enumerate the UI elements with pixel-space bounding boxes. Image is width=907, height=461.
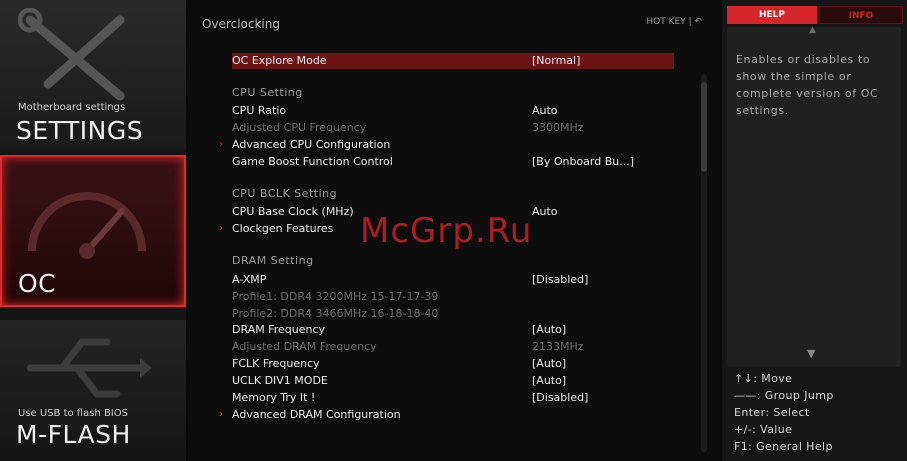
- setting-value[interactable]: Auto: [532, 204, 558, 220]
- setting-value: 2133MHz: [532, 340, 584, 353]
- setting-label: Adjusted DRAM Frequency: [232, 340, 377, 353]
- setting-row[interactable]: A-XMP [Disabled]: [232, 272, 674, 288]
- setting-value[interactable]: [Disabled]: [532, 390, 588, 406]
- setting-value[interactable]: [Auto]: [532, 356, 566, 372]
- setting-value[interactable]: [Normal]: [532, 53, 580, 69]
- setting-label: Adjusted CPU Frequency: [232, 121, 367, 134]
- watermark: McGrp.Ru: [360, 211, 533, 251]
- setting-label: Clockgen Features: [232, 222, 334, 235]
- setting-label: OC Explore Mode: [232, 54, 327, 67]
- settings-sublabel: Motherboard settings: [18, 102, 126, 113]
- submenu-arrow-icon: ›: [219, 223, 223, 234]
- setting-row[interactable]: Game Boost Function Control [By Onboard B…: [232, 154, 674, 170]
- usb-icon: [26, 338, 152, 398]
- page-title: Overclocking: [202, 17, 280, 31]
- setting-label: UCLK DIV1 MODE: [232, 374, 328, 387]
- setting-row[interactable]: OC Explore Mode [Normal]: [232, 53, 674, 69]
- setting-label: Profile2: DDR4 3466MHz 16-18-18-40: [232, 307, 439, 320]
- help-tabs: HELP INFO: [727, 6, 903, 24]
- mflash-panel[interactable]: Use USB to flash BIOS M-FLASH: [0, 320, 186, 461]
- hotkey-button[interactable]: HOT KEY | ↶: [646, 17, 702, 27]
- setting-label: DRAM Setting: [232, 254, 314, 267]
- key-move: ↑↓: Move: [734, 372, 793, 385]
- setting-value[interactable]: [Auto]: [532, 322, 566, 338]
- setting-row[interactable]: › Advanced DRAM Configuration: [219, 407, 674, 423]
- setting-value[interactable]: [By Onboard Bu...]: [532, 154, 634, 170]
- key-legend: ↑↓: Move ——: Group Jump Enter: Select +/…: [734, 370, 834, 455]
- setting-label: DRAM Frequency: [232, 323, 326, 336]
- oc-panel[interactable]: OC: [0, 155, 186, 307]
- setting-label: Memory Try It !: [232, 391, 316, 404]
- setting-row: Adjusted DRAM Frequency 2133MHz: [232, 339, 674, 355]
- setting-label: CPU BCLK Setting: [232, 187, 338, 200]
- key-value: +/-: Value: [734, 423, 793, 436]
- wrench-icon: [18, 8, 125, 101]
- submenu-arrow-icon: ›: [219, 409, 223, 420]
- setting-row[interactable]: CPU Ratio Auto: [232, 103, 674, 119]
- setting-value[interactable]: Auto: [532, 103, 558, 119]
- gauge-icon: [28, 192, 146, 259]
- setting-value: 3300MHz: [532, 121, 584, 134]
- scrollbar[interactable]: [701, 74, 707, 452]
- tab-info[interactable]: INFO: [819, 6, 903, 24]
- scroll-down-icon[interactable]: ▼: [807, 347, 815, 360]
- setting-label: Game Boost Function Control: [232, 155, 393, 168]
- submenu-arrow-icon: ›: [219, 139, 223, 150]
- setting-label: CPU Setting: [232, 86, 303, 99]
- tab-help[interactable]: HELP: [727, 6, 817, 24]
- settings-panel[interactable]: Motherboard settings SETTINGS: [0, 0, 186, 150]
- help-box: ▲ Enables or disables to show the simple…: [727, 25, 901, 367]
- key-select: Enter: Select: [734, 406, 810, 419]
- setting-row[interactable]: UCLK DIV1 MODE [Auto]: [232, 373, 674, 389]
- key-group-jump: ——: Group Jump: [734, 389, 834, 402]
- scroll-up-icon[interactable]: ▲: [809, 25, 816, 35]
- setting-row: Adjusted CPU Frequency 3300MHz: [232, 120, 674, 136]
- setting-row[interactable]: FCLK Frequency [Auto]: [232, 356, 674, 372]
- setting-row[interactable]: › Advanced CPU Configuration: [219, 137, 674, 153]
- setting-row[interactable]: Memory Try It ! [Disabled]: [232, 390, 674, 406]
- sidebar: Motherboard settings SETTINGS OC Use USB…: [0, 0, 186, 461]
- section-header: CPU BCLK Setting: [232, 186, 674, 202]
- key-general-help: F1: General Help: [734, 440, 833, 453]
- setting-label: Advanced CPU Configuration: [232, 138, 391, 151]
- settings-title: SETTINGS: [16, 116, 144, 145]
- setting-label: CPU Ratio: [232, 104, 287, 117]
- scroll-thumb[interactable]: [701, 82, 707, 172]
- setting-row: Profile1: DDR4 3200MHz 15-17-17-39: [232, 289, 674, 305]
- setting-label: CPU Base Clock (MHz): [232, 205, 354, 218]
- section-header: CPU Setting: [232, 85, 674, 101]
- help-panel: HELP INFO ▲ Enables or disables to show …: [722, 0, 907, 461]
- setting-label: Profile1: DDR4 3200MHz 15-17-17-39: [232, 290, 439, 303]
- setting-value[interactable]: [Auto]: [532, 373, 566, 389]
- mflash-sublabel: Use USB to flash BIOS: [18, 408, 128, 419]
- help-text: Enables or disables to show the simple o…: [736, 53, 879, 117]
- setting-label: A-XMP: [232, 273, 267, 286]
- mflash-title: M-FLASH: [16, 420, 131, 449]
- setting-row[interactable]: DRAM Frequency [Auto]: [232, 322, 674, 338]
- setting-label: FCLK Frequency: [232, 357, 320, 370]
- setting-label: Advanced DRAM Configuration: [232, 408, 401, 421]
- section-header: DRAM Setting: [232, 253, 674, 269]
- setting-row: Profile2: DDR4 3466MHz 16-18-18-40: [232, 306, 674, 322]
- oc-title: OC: [18, 269, 57, 298]
- setting-value[interactable]: [Disabled]: [532, 272, 588, 288]
